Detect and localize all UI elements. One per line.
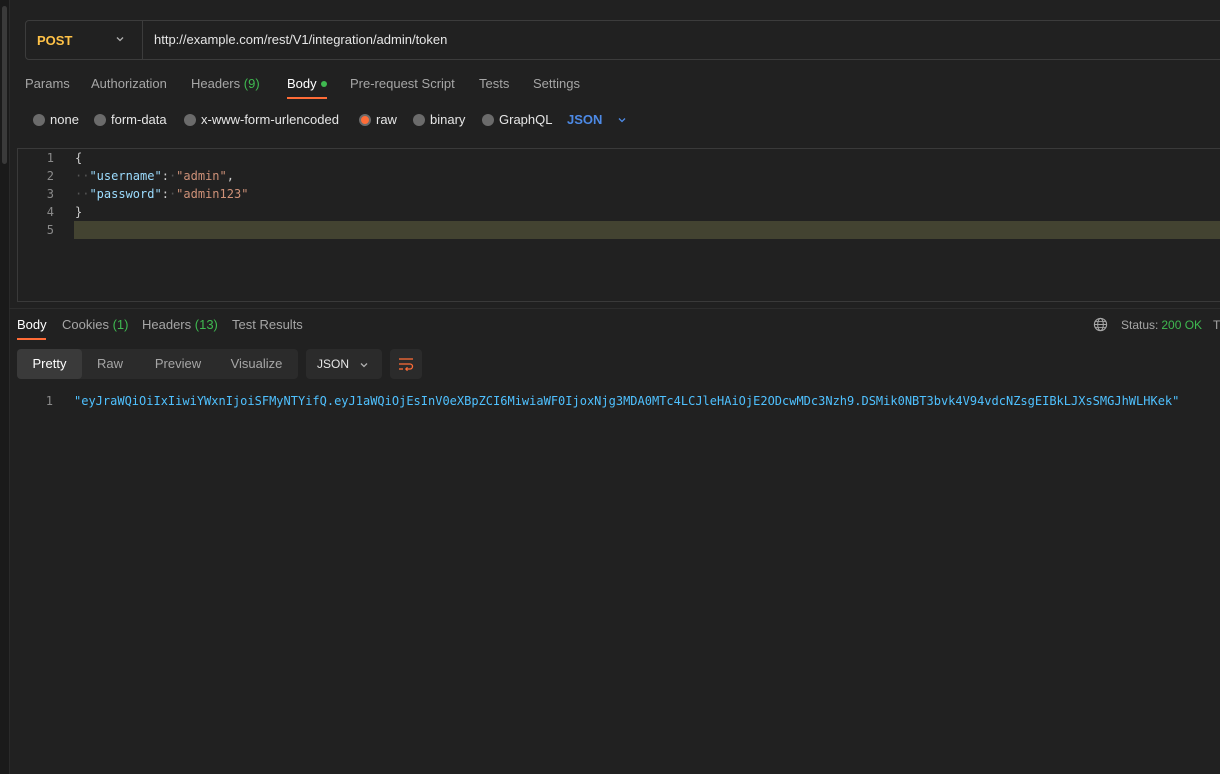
left-scrollbar[interactable]: [2, 6, 7, 164]
view-mode-pretty[interactable]: Pretty: [17, 349, 82, 379]
radio-circle: [413, 113, 425, 126]
chevron-down-icon: [618, 117, 626, 122]
response-token-string[interactable]: "eyJraWQiOiIxIiwiYWxnIjoiSFMyNTYifQ.eyJ1…: [74, 392, 1179, 410]
response-status[interactable]: Status: 200 OK: [1121, 318, 1202, 332]
radio-circle: [184, 113, 196, 126]
wrap-lines-button[interactable]: [390, 349, 422, 379]
tab-pre-request-script[interactable]: Pre-request Script: [350, 76, 455, 91]
response-headers-count: (13): [194, 317, 218, 332]
view-mode-switcher: Pretty Raw Preview Visualize: [17, 349, 298, 379]
radio-form-data[interactable]: form-data: [94, 112, 167, 127]
radio-graphql[interactable]: GraphQL: [482, 112, 552, 127]
method-label: POST: [37, 32, 73, 48]
active-tab-underline: [17, 338, 46, 340]
chevron-down-icon: [116, 37, 124, 42]
radio-circle: [33, 113, 45, 126]
code-line: 3 ··"password":·"admin123": [46, 187, 249, 201]
headers-count: (9): [243, 76, 260, 91]
code-line: 5: [46, 223, 54, 237]
wrap-lines-icon: [399, 358, 414, 371]
response-body-line: 1 "eyJraWQiOiIxIiwiYWxnIjoiSFMyNTYifQ.ey…: [45, 392, 1180, 410]
radio-raw[interactable]: raw: [359, 112, 397, 127]
radio-x-www-form-urlencoded[interactable]: x-www-form-urlencoded: [184, 112, 339, 127]
code-line: 2 ··"username":·"admin",: [46, 169, 234, 183]
tab-body[interactable]: Body: [287, 76, 327, 91]
code-line: 1 {: [46, 151, 83, 165]
radio-circle: [482, 113, 494, 126]
code-line: 4 }: [46, 205, 83, 219]
tab-settings[interactable]: Settings: [533, 76, 580, 91]
response-tab-cookies[interactable]: Cookies (1): [62, 317, 128, 332]
cookies-count: (1): [112, 317, 129, 332]
radio-circle: [94, 113, 106, 126]
method-select[interactable]: POST: [26, 21, 143, 59]
chevron-down-icon: [360, 363, 368, 368]
view-mode-raw[interactable]: Raw: [95, 349, 125, 379]
radio-none[interactable]: none: [33, 112, 79, 127]
tab-headers[interactable]: Headers (9): [191, 76, 260, 91]
response-tab-body[interactable]: Body: [17, 317, 47, 332]
tab-authorization[interactable]: Authorization: [91, 76, 167, 91]
view-mode-preview[interactable]: Preview: [153, 349, 203, 379]
radio-circle-selected: [359, 113, 371, 126]
tab-tests[interactable]: Tests: [479, 76, 509, 91]
response-tab-test-results[interactable]: Test Results: [232, 317, 303, 332]
request-url-bar: POST http://example.com/rest/V1/integrat…: [25, 20, 1220, 60]
request-body-editor[interactable]: 1 { 2 ··"username":·"admin", 3 ··"passwo…: [17, 148, 1220, 302]
globe-icon[interactable]: [1093, 317, 1108, 332]
radio-binary[interactable]: binary: [413, 112, 465, 127]
url-input[interactable]: http://example.com/rest/V1/integration/a…: [154, 32, 447, 47]
response-time-truncated: T: [1213, 318, 1220, 332]
response-divider[interactable]: [9, 308, 1220, 309]
view-mode-visualize[interactable]: Visualize: [229, 349, 284, 379]
response-format-select[interactable]: JSON: [306, 349, 382, 379]
active-tab-underline: [287, 97, 327, 99]
status-value: 200 OK: [1161, 318, 1203, 332]
raw-language-select[interactable]: JSON: [567, 112, 628, 127]
response-tab-headers[interactable]: Headers (13): [142, 317, 218, 332]
tab-params[interactable]: Params: [25, 76, 70, 91]
body-modified-dot: [320, 80, 327, 87]
